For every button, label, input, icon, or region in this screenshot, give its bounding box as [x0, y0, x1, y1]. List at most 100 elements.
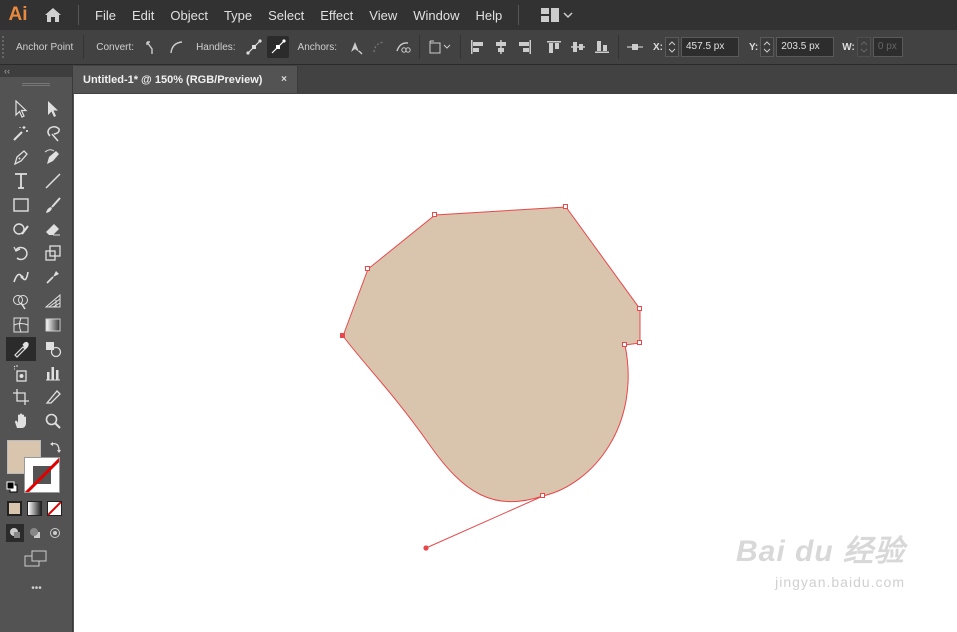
- menu-file[interactable]: File: [87, 8, 124, 23]
- mesh-tool-icon[interactable]: [6, 313, 36, 337]
- swap-colors-icon[interactable]: [49, 440, 63, 459]
- anchor-point-selected[interactable]: [340, 333, 345, 338]
- document-tab[interactable]: Untitled-1* @ 150% (RGB/Preview) ×: [74, 66, 298, 93]
- menu-window[interactable]: Window: [405, 8, 467, 23]
- menu-help[interactable]: Help: [467, 8, 510, 23]
- align-top-icon[interactable]: [543, 36, 565, 58]
- remove-anchor-icon[interactable]: [344, 36, 366, 58]
- home-icon[interactable]: [36, 7, 70, 23]
- control-separator: [460, 35, 461, 59]
- beige-shape-path[interactable]: [342, 206, 641, 503]
- artboard-canvas[interactable]: Bai du 经验 jingyan.baidu.com: [74, 94, 957, 632]
- color-mode-button[interactable]: [7, 501, 22, 516]
- menu-effect[interactable]: Effect: [312, 8, 361, 23]
- edit-toolbar-button[interactable]: •••: [0, 583, 73, 594]
- x-input[interactable]: 457.5 px: [681, 37, 739, 57]
- isolate-object-icon[interactable]: [425, 36, 455, 58]
- anchor-point[interactable]: [365, 266, 370, 271]
- selection-tool-icon[interactable]: [6, 97, 36, 121]
- menu-type[interactable]: Type: [216, 8, 260, 23]
- w-label: W:: [842, 41, 855, 53]
- align-middle-icon[interactable]: [567, 36, 589, 58]
- anchor-point[interactable]: [540, 493, 545, 498]
- none-mode-button[interactable]: [47, 501, 62, 516]
- symbol-sprayer-tool-icon[interactable]: [6, 361, 36, 385]
- align-center-icon[interactable]: [490, 36, 512, 58]
- y-input[interactable]: 203.5 px: [776, 37, 835, 57]
- zoom-tool-icon[interactable]: [38, 409, 68, 433]
- grip-handle[interactable]: [2, 36, 8, 58]
- w-input[interactable]: 0 px: [872, 37, 903, 57]
- direction-handle-point[interactable]: [423, 545, 429, 551]
- tools-panel: ‹‹ •••: [0, 65, 73, 632]
- anchor-point[interactable]: [637, 306, 642, 311]
- hide-handles-icon[interactable]: [266, 36, 289, 58]
- magic-wand-tool-icon[interactable]: [6, 121, 36, 145]
- paintbrush-tool-icon[interactable]: [38, 193, 68, 217]
- cut-path-icon[interactable]: [392, 36, 414, 58]
- width-tool-icon[interactable]: [6, 265, 36, 289]
- watermark-url: jingyan.baidu.com: [775, 574, 905, 590]
- tools-collapse-button[interactable]: ‹‹: [0, 65, 72, 77]
- draw-mode-row: [6, 524, 64, 542]
- stroke-color-swatch[interactable]: [24, 457, 60, 493]
- convert-corner-icon[interactable]: [141, 36, 163, 58]
- menu-view[interactable]: View: [361, 8, 405, 23]
- rectangle-tool-icon[interactable]: [6, 193, 36, 217]
- rotate-tool-icon[interactable]: [6, 241, 36, 265]
- y-label: Y:: [749, 41, 759, 53]
- anchor-point-label: Anchor Point: [16, 41, 74, 53]
- lasso-tool-icon[interactable]: [38, 121, 68, 145]
- gradient-mode-button[interactable]: [27, 501, 42, 516]
- hand-tool-icon[interactable]: [6, 409, 36, 433]
- w-stepper[interactable]: [856, 37, 871, 57]
- menu-separator: [78, 5, 79, 25]
- column-graph-tool-icon[interactable]: [38, 361, 68, 385]
- align-bottom-icon[interactable]: [591, 36, 613, 58]
- line-tool-icon[interactable]: [38, 169, 68, 193]
- transform-reference-icon[interactable]: [624, 36, 646, 58]
- app-logo: Ai: [8, 4, 28, 25]
- gradient-tool-icon[interactable]: [38, 313, 68, 337]
- close-icon[interactable]: ×: [281, 74, 287, 85]
- artboard-tool-icon[interactable]: [6, 385, 36, 409]
- shape-builder-tool-icon[interactable]: [6, 289, 36, 313]
- baidu-watermark: Bai du 经验 jingyan.baidu.com: [736, 526, 905, 590]
- pen-tool-icon[interactable]: [6, 145, 36, 169]
- perspective-grid-tool-icon[interactable]: [38, 289, 68, 313]
- menu-select[interactable]: Select: [260, 8, 312, 23]
- blend-tool-icon[interactable]: [38, 337, 68, 361]
- anchor-point[interactable]: [637, 340, 642, 345]
- slice-tool-icon[interactable]: [38, 385, 68, 409]
- eyedropper-tool-icon[interactable]: [6, 337, 36, 361]
- shaper-tool-icon[interactable]: [6, 217, 36, 241]
- default-colors-icon[interactable]: [6, 480, 18, 498]
- workspace-switcher[interactable]: [541, 8, 573, 22]
- x-stepper[interactable]: [665, 37, 679, 57]
- connect-anchors-icon[interactable]: [368, 36, 390, 58]
- align-left-icon[interactable]: [466, 36, 488, 58]
- scale-tool-icon[interactable]: [38, 241, 68, 265]
- menu-object[interactable]: Object: [162, 8, 216, 23]
- anchor-point[interactable]: [622, 342, 627, 347]
- menu-bar: Ai File Edit Object Type Select Effect V…: [0, 0, 957, 30]
- puppet-warp-tool-icon[interactable]: [38, 265, 68, 289]
- draw-inside-icon[interactable]: [46, 524, 64, 542]
- panel-grip[interactable]: [22, 83, 50, 86]
- align-right-icon[interactable]: [514, 36, 536, 58]
- screen-mode-icon[interactable]: [24, 550, 48, 573]
- convert-smooth-icon[interactable]: [165, 36, 187, 58]
- draw-behind-icon[interactable]: [26, 524, 44, 542]
- none-slash-icon: [48, 502, 61, 515]
- handles-label: Handles:: [196, 41, 236, 53]
- menu-edit[interactable]: Edit: [124, 8, 162, 23]
- show-handles-icon[interactable]: [243, 36, 265, 58]
- type-tool-icon[interactable]: [6, 169, 36, 193]
- anchor-point[interactable]: [432, 212, 437, 217]
- direct-selection-tool-icon[interactable]: [38, 97, 68, 121]
- draw-normal-icon[interactable]: [6, 524, 24, 542]
- curvature-tool-icon[interactable]: [38, 145, 68, 169]
- y-stepper[interactable]: [760, 37, 775, 57]
- anchor-point[interactable]: [563, 204, 568, 209]
- eraser-tool-icon[interactable]: [38, 217, 68, 241]
